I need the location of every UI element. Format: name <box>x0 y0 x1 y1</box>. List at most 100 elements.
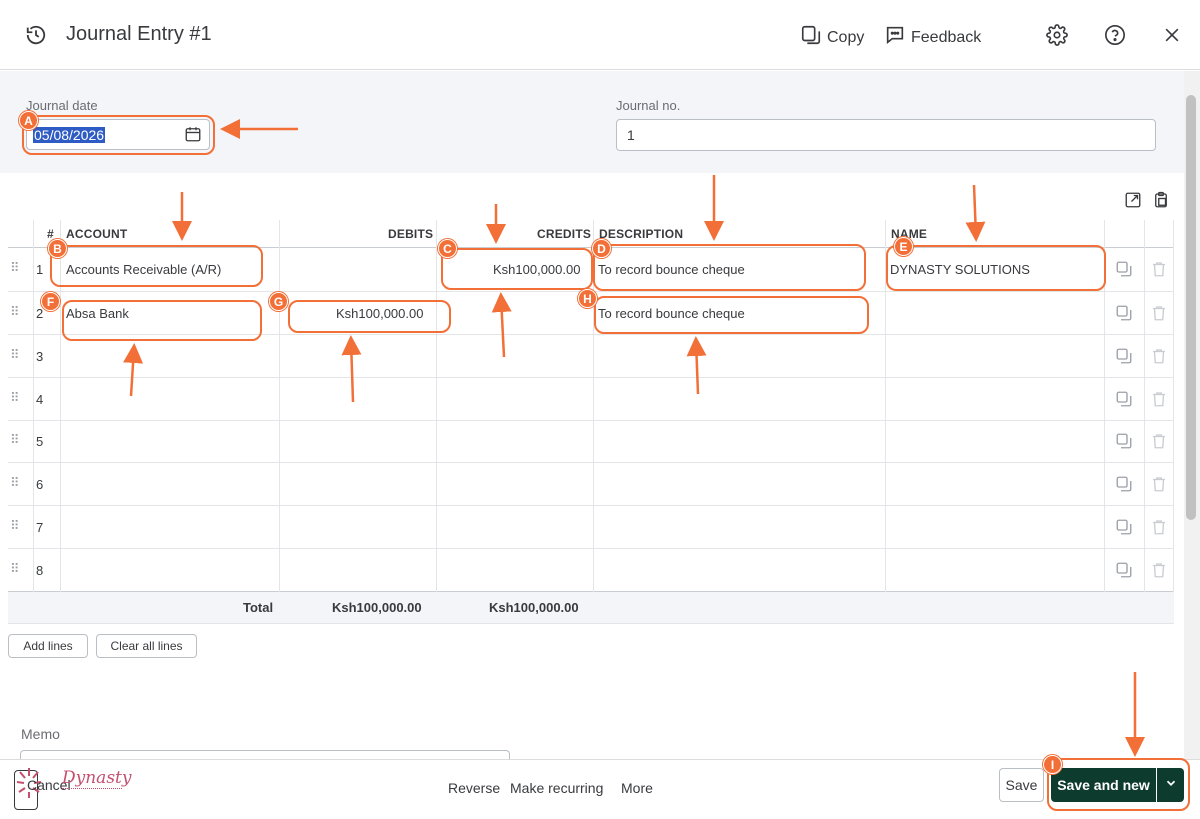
column-header-debits: DEBITS <box>388 227 434 241</box>
drag-icon[interactable]: ⠿ <box>10 305 22 318</box>
grid-row-line <box>8 420 1174 421</box>
name-cell[interactable]: DYNASTY SOLUTIONS <box>890 262 1030 277</box>
total-credits: Ksh100,000.00 <box>489 600 579 615</box>
footer: Cancel Dynasty Reverse Make recurring Mo… <box>0 759 1200 819</box>
duplicate-icon[interactable] <box>1115 475 1133 493</box>
annotation-badge-i: I <box>1043 755 1062 774</box>
duplicate-icon[interactable] <box>1115 304 1133 322</box>
copy-label: Copy <box>827 28 865 46</box>
duplicate-icon[interactable] <box>1115 518 1133 536</box>
row-number: 4 <box>36 392 44 407</box>
duplicate-icon[interactable] <box>1115 260 1133 278</box>
account-cell[interactable]: Absa Bank <box>66 306 129 321</box>
feedback-button[interactable]: Feedback <box>884 24 981 51</box>
more-link[interactable]: More <box>621 780 653 796</box>
grid-column-line <box>1144 220 1145 623</box>
drag-icon[interactable]: ⠿ <box>10 348 22 361</box>
journal-date-field[interactable]: 05/08/2026 <box>26 119 210 150</box>
grid-row-line <box>8 462 1174 463</box>
paste-icon[interactable] <box>1152 190 1170 215</box>
trash-icon[interactable] <box>1150 304 1168 322</box>
journal-no-value: 1 <box>627 127 635 143</box>
chevron-down-icon <box>1164 776 1178 795</box>
grid-column-line <box>60 220 61 623</box>
clear-all-lines-button[interactable]: Clear all lines <box>96 634 197 658</box>
memo-label: Memo <box>21 726 60 742</box>
arrow-e <box>965 184 986 242</box>
arrow-c-up <box>491 292 512 358</box>
page-title: Journal Entry #1 <box>66 23 212 45</box>
grid-column-line <box>1173 220 1174 623</box>
annotation-badge-f: F <box>41 292 60 311</box>
close-icon[interactable] <box>1160 23 1184 47</box>
duplicate-icon[interactable] <box>1115 432 1133 450</box>
help-icon[interactable] <box>1103 23 1127 47</box>
copy-button[interactable]: Copy <box>800 24 864 51</box>
journal-no-label: Journal no. <box>616 98 681 113</box>
description-cell[interactable]: To record bounce cheque <box>598 262 745 277</box>
trash-icon[interactable] <box>1150 432 1168 450</box>
debit-cell[interactable]: Ksh100,000.00 <box>336 306 423 321</box>
arrow-h <box>686 336 707 395</box>
duplicate-icon[interactable] <box>1115 561 1133 579</box>
drag-icon[interactable]: ⠿ <box>10 261 22 274</box>
header: Journal Entry #1 Copy Feedback <box>0 0 1200 70</box>
trash-icon[interactable] <box>1150 390 1168 408</box>
history-icon[interactable] <box>24 23 48 47</box>
trash-icon[interactable] <box>1150 475 1168 493</box>
annotation-badge-h: H <box>578 289 597 308</box>
journal-no-field[interactable]: 1 <box>616 119 1156 151</box>
drag-icon[interactable]: ⠿ <box>10 519 22 532</box>
grid-row-line <box>8 623 1174 624</box>
duplicate-icon[interactable] <box>1115 347 1133 365</box>
journal-date-label: Journal date <box>26 98 98 113</box>
account-cell[interactable]: Accounts Receivable (A/R) <box>66 262 221 277</box>
add-lines-button[interactable]: Add lines <box>8 634 88 658</box>
drag-icon[interactable]: ⠿ <box>10 391 22 404</box>
row-number: 5 <box>36 434 44 449</box>
annotation-badge-g: G <box>269 292 288 311</box>
grid-column-line <box>885 220 886 623</box>
scrollbar-thumb[interactable] <box>1186 95 1196 520</box>
duplicate-icon[interactable] <box>1115 390 1133 408</box>
credit-cell[interactable]: Ksh100,000.00 <box>493 262 580 277</box>
grid-column-line <box>33 220 34 623</box>
grid-column-line <box>279 220 280 623</box>
make-recurring-link[interactable]: Make recurring <box>510 780 603 796</box>
save-options-dropdown[interactable] <box>1157 768 1184 802</box>
total-label: Total <box>243 600 274 615</box>
drag-icon[interactable]: ⠿ <box>10 562 22 575</box>
logo-tagline <box>62 788 122 791</box>
gear-icon[interactable] <box>1045 23 1069 47</box>
logo-text: Dynasty <box>62 768 132 788</box>
trash-icon[interactable] <box>1150 260 1168 278</box>
feedback-label: Feedback <box>911 28 982 46</box>
save-and-new-button[interactable]: Save and new <box>1051 768 1156 802</box>
drag-icon[interactable]: ⠿ <box>10 476 22 489</box>
grid-row-line <box>8 505 1174 506</box>
row-number: 2 <box>36 306 44 321</box>
export-icon[interactable] <box>1124 191 1142 214</box>
trash-icon[interactable] <box>1150 347 1168 365</box>
trash-icon[interactable] <box>1150 561 1168 579</box>
row-number: 3 <box>36 349 44 364</box>
annotation-badge-b: B <box>48 239 67 258</box>
row-number: 1 <box>36 262 44 277</box>
grid-row-line <box>8 247 1174 248</box>
arrow-g <box>341 335 362 403</box>
column-header-description: DESCRIPTION <box>599 227 684 241</box>
calendar-icon[interactable] <box>184 125 202 148</box>
annotation-badge-a: A <box>19 111 38 130</box>
copy-icon <box>800 24 822 51</box>
grid-row-line <box>8 334 1174 335</box>
trash-icon[interactable] <box>1150 518 1168 536</box>
reverse-link[interactable]: Reverse <box>448 780 500 796</box>
feedback-icon <box>884 24 906 51</box>
annotation-badge-c: C <box>438 239 457 258</box>
description-cell[interactable]: To record bounce cheque <box>598 306 745 321</box>
grid-row-line <box>8 548 1174 549</box>
row-number: 6 <box>36 477 44 492</box>
drag-icon[interactable]: ⠿ <box>10 433 22 446</box>
column-header-credits: CREDITS <box>537 227 592 241</box>
save-button[interactable]: Save <box>999 768 1044 802</box>
